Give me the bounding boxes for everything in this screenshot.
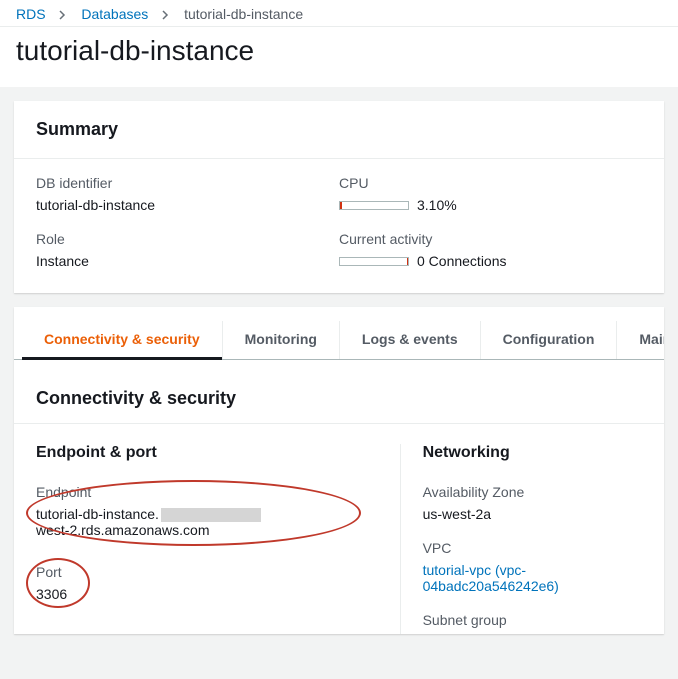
role-value: Instance [36,253,339,269]
tab-maintenance[interactable]: Maintenan [616,321,664,359]
activity-label: Current activity [339,231,642,247]
page-title: tutorial-db-instance [16,35,662,67]
endpoint-value: tutorial-db-instance. west-2.rds.amazona… [36,506,382,538]
tab-logs-events[interactable]: Logs & events [339,321,480,359]
endpoint-port-heading: Endpoint & port [36,444,382,462]
redacted-segment [161,508,261,522]
db-identifier-label: DB identifier [36,175,339,191]
endpoint-value-suffix: west-2.rds.amazonaws.com [36,522,210,538]
page-header: tutorial-db-instance [0,27,678,87]
az-value: us-west-2a [423,506,642,522]
cpu-value: 3.10% [417,197,457,213]
subnet-group-label: Subnet group [423,612,642,628]
tab-configuration[interactable]: Configuration [480,321,617,359]
activity-bar [339,257,409,266]
port-value: 3306 [36,586,382,602]
activity-bar-tick [407,258,408,265]
detail-card: Connectivity & security Monitoring Logs … [14,307,664,634]
networking-heading: Networking [423,444,642,462]
detail-heading: Connectivity & security [36,388,642,409]
vpc-label: VPC [423,540,642,556]
summary-heading: Summary [36,119,642,140]
breadcrumb-databases[interactable]: Databases [81,6,148,22]
chevron-right-icon [152,7,180,23]
endpoint-value-prefix: tutorial-db-instance. [36,506,159,522]
activity-value: 0 Connections [417,253,507,269]
az-label: Availability Zone [423,484,642,500]
tab-connectivity[interactable]: Connectivity & security [22,321,222,359]
cpu-bar [339,201,409,210]
role-label: Role [36,231,339,247]
chevron-right-icon [49,7,77,23]
db-identifier-value: tutorial-db-instance [36,197,339,213]
breadcrumb-current: tutorial-db-instance [184,6,303,22]
breadcrumb-rds[interactable]: RDS [16,6,46,22]
cpu-label: CPU [339,175,642,191]
tab-monitoring[interactable]: Monitoring [222,321,339,359]
cpu-bar-fill [340,202,342,209]
tab-bar: Connectivity & security Monitoring Logs … [14,307,664,360]
breadcrumb: RDS Databases tutorial-db-instance [0,0,678,27]
endpoint-label: Endpoint [36,484,382,500]
port-label: Port [36,564,382,580]
summary-card: Summary DB identifier tutorial-db-instan… [14,101,664,293]
vpc-link[interactable]: tutorial-vpc (vpc-04badc20a546242e6) [423,562,559,594]
